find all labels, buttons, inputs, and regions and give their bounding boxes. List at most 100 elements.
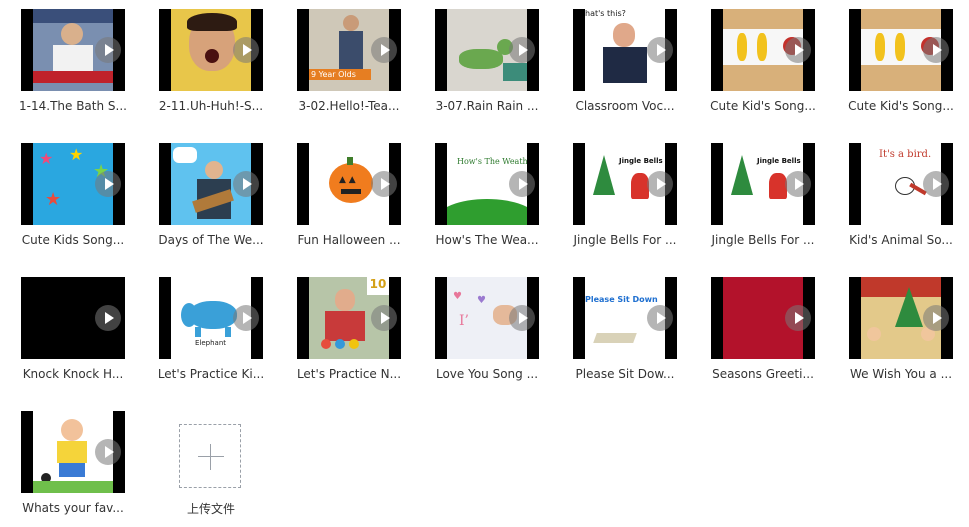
video-thumbnail[interactable]: 10: [297, 277, 401, 359]
file-tile[interactable]: ♥ ♥ I’ Love You Song ...: [435, 277, 539, 381]
play-icon: [95, 439, 121, 465]
thumbnail-caption: 10: [367, 277, 389, 295]
thumbnail-caption: hat's this?: [585, 9, 626, 18]
video-thumbnail[interactable]: hat's this?: [573, 9, 677, 91]
file-name: Let's Practice Ki...: [157, 367, 265, 381]
file-tile[interactable]: Days of The We...: [158, 143, 264, 247]
file-name: Cute Kids Song...: [21, 233, 125, 247]
play-icon: [509, 305, 535, 331]
play-icon: [647, 171, 673, 197]
file-tile[interactable]: 2-11.Uh-Huh!-S...: [159, 9, 263, 113]
video-thumbnail[interactable]: [21, 411, 125, 493]
play-icon: [233, 37, 259, 63]
file-tile[interactable]: 3-07.Rain Rain ...: [435, 9, 539, 113]
video-thumbnail[interactable]: [435, 9, 539, 91]
video-thumbnail[interactable]: [849, 9, 953, 91]
file-name: Days of The We...: [158, 233, 264, 247]
file-tile[interactable]: It's a bird. Kid's Animal So...: [849, 143, 953, 247]
video-thumbnail[interactable]: ♥ ♥ I’: [435, 277, 539, 359]
video-thumbnail[interactable]: Jingle Bells: [573, 143, 677, 225]
play-icon: [95, 37, 121, 63]
video-thumbnail[interactable]: It's a bird.: [849, 143, 953, 225]
play-icon: [923, 171, 949, 197]
play-icon: [647, 37, 673, 63]
video-thumbnail[interactable]: [159, 9, 263, 91]
plus-icon-vertical: [210, 444, 211, 470]
video-thumbnail[interactable]: 9 Year Olds: [297, 9, 401, 91]
video-thumbnail[interactable]: [711, 9, 815, 91]
file-tile[interactable]: Cute Kid's Song...: [848, 9, 954, 113]
file-name: 1-14.The Bath S...: [19, 99, 127, 113]
file-tile[interactable]: 1-14.The Bath S...: [19, 9, 127, 113]
video-thumbnail[interactable]: [21, 277, 125, 359]
play-icon: [785, 37, 811, 63]
file-tile[interactable]: 10 Let's Practice N...: [297, 277, 401, 381]
file-tile[interactable]: Jingle Bells Jingle Bells For ...: [573, 143, 677, 247]
file-tile[interactable]: Knock Knock H...: [21, 277, 125, 381]
file-name: Fun Halloween ...: [297, 233, 401, 247]
file-name: How's The Wea...: [435, 233, 539, 247]
thumbnail-caption: It's a bird.: [879, 149, 932, 160]
file-tile[interactable]: Elephant Let's Practice Ki...: [157, 277, 265, 381]
play-icon: [371, 171, 397, 197]
play-icon: [95, 171, 121, 197]
file-name: Whats your fav...: [22, 501, 124, 515]
video-thumbnail[interactable]: Please Sit Down: [573, 277, 677, 359]
video-thumbnail[interactable]: [21, 9, 125, 91]
video-thumbnail[interactable]: [159, 143, 263, 225]
thumbnail-caption: 9 Year Olds: [309, 69, 371, 80]
file-name: Love You Song ...: [435, 367, 539, 381]
play-icon: [647, 305, 673, 331]
play-icon: [785, 305, 811, 331]
thumbnail-caption: Elephant: [195, 339, 227, 347]
file-tile[interactable]: Jingle Bells Jingle Bells For ...: [711, 143, 815, 247]
play-icon: [785, 171, 811, 197]
plus-icon: [198, 456, 224, 457]
file-name: 3-02.Hello!-Tea...: [298, 99, 400, 113]
video-thumbnail[interactable]: Elephant: [159, 277, 263, 359]
file-tile[interactable]: 9 Year Olds 3-02.Hello!-Tea...: [297, 9, 401, 113]
thumbnail-caption: How's The Weath: [457, 157, 527, 166]
video-thumbnail[interactable]: ★ ★ ★ ★: [21, 143, 125, 225]
file-tile[interactable]: Cute Kid's Song...: [710, 9, 816, 113]
file-name: Knock Knock H...: [22, 367, 124, 381]
file-name: We Wish You a ...: [849, 367, 953, 381]
file-tile[interactable]: ▲ ▲ Fun Halloween ...: [297, 143, 401, 247]
file-name: Cute Kid's Song...: [710, 99, 816, 113]
file-name: Classroom Voc...: [575, 99, 675, 113]
play-icon: [233, 171, 259, 197]
file-tile[interactable]: hat's this? Classroom Voc...: [573, 9, 677, 113]
video-thumbnail[interactable]: Jingle Bells: [711, 143, 815, 225]
video-thumbnail[interactable]: [849, 277, 953, 359]
file-name: Jingle Bells For ...: [573, 233, 677, 247]
file-name: Seasons Greeti...: [712, 367, 814, 381]
thumbnail-caption: Jingle Bells: [619, 157, 663, 165]
play-icon: [509, 37, 535, 63]
file-name: 2-11.Uh-Huh!-S...: [158, 99, 264, 113]
play-icon: [371, 305, 397, 331]
file-tile[interactable]: Seasons Greeti...: [711, 277, 815, 381]
file-name: Cute Kid's Song...: [848, 99, 954, 113]
thumbnail-caption: Please Sit Down: [585, 295, 658, 304]
play-icon: [923, 37, 949, 63]
play-icon: [233, 305, 259, 331]
upload-label: 上传文件: [186, 502, 235, 516]
play-icon: [923, 305, 949, 331]
file-tile[interactable]: How's The Weath How's The Wea...: [435, 143, 539, 247]
play-icon: [371, 37, 397, 63]
file-name: Please Sit Dow...: [575, 367, 675, 381]
video-thumbnail[interactable]: [711, 277, 815, 359]
file-tile[interactable]: Please Sit Down Please Sit Dow...: [573, 277, 677, 381]
file-tile[interactable]: Whats your fav...: [21, 411, 125, 515]
file-tile[interactable]: ★ ★ ★ ★ Cute Kids Song...: [21, 143, 125, 247]
thumbnail-caption: Jingle Bells: [757, 157, 801, 165]
file-tile[interactable]: We Wish You a ...: [849, 277, 953, 381]
file-name: Let's Practice N...: [296, 367, 402, 381]
video-thumbnail[interactable]: How's The Weath: [435, 143, 539, 225]
play-icon: [95, 305, 121, 331]
play-icon: [509, 171, 535, 197]
upload-button[interactable]: [179, 424, 241, 488]
file-name: Kid's Animal So...: [849, 233, 953, 247]
video-thumbnail[interactable]: ▲ ▲: [297, 143, 401, 225]
file-name: Jingle Bells For ...: [711, 233, 815, 247]
